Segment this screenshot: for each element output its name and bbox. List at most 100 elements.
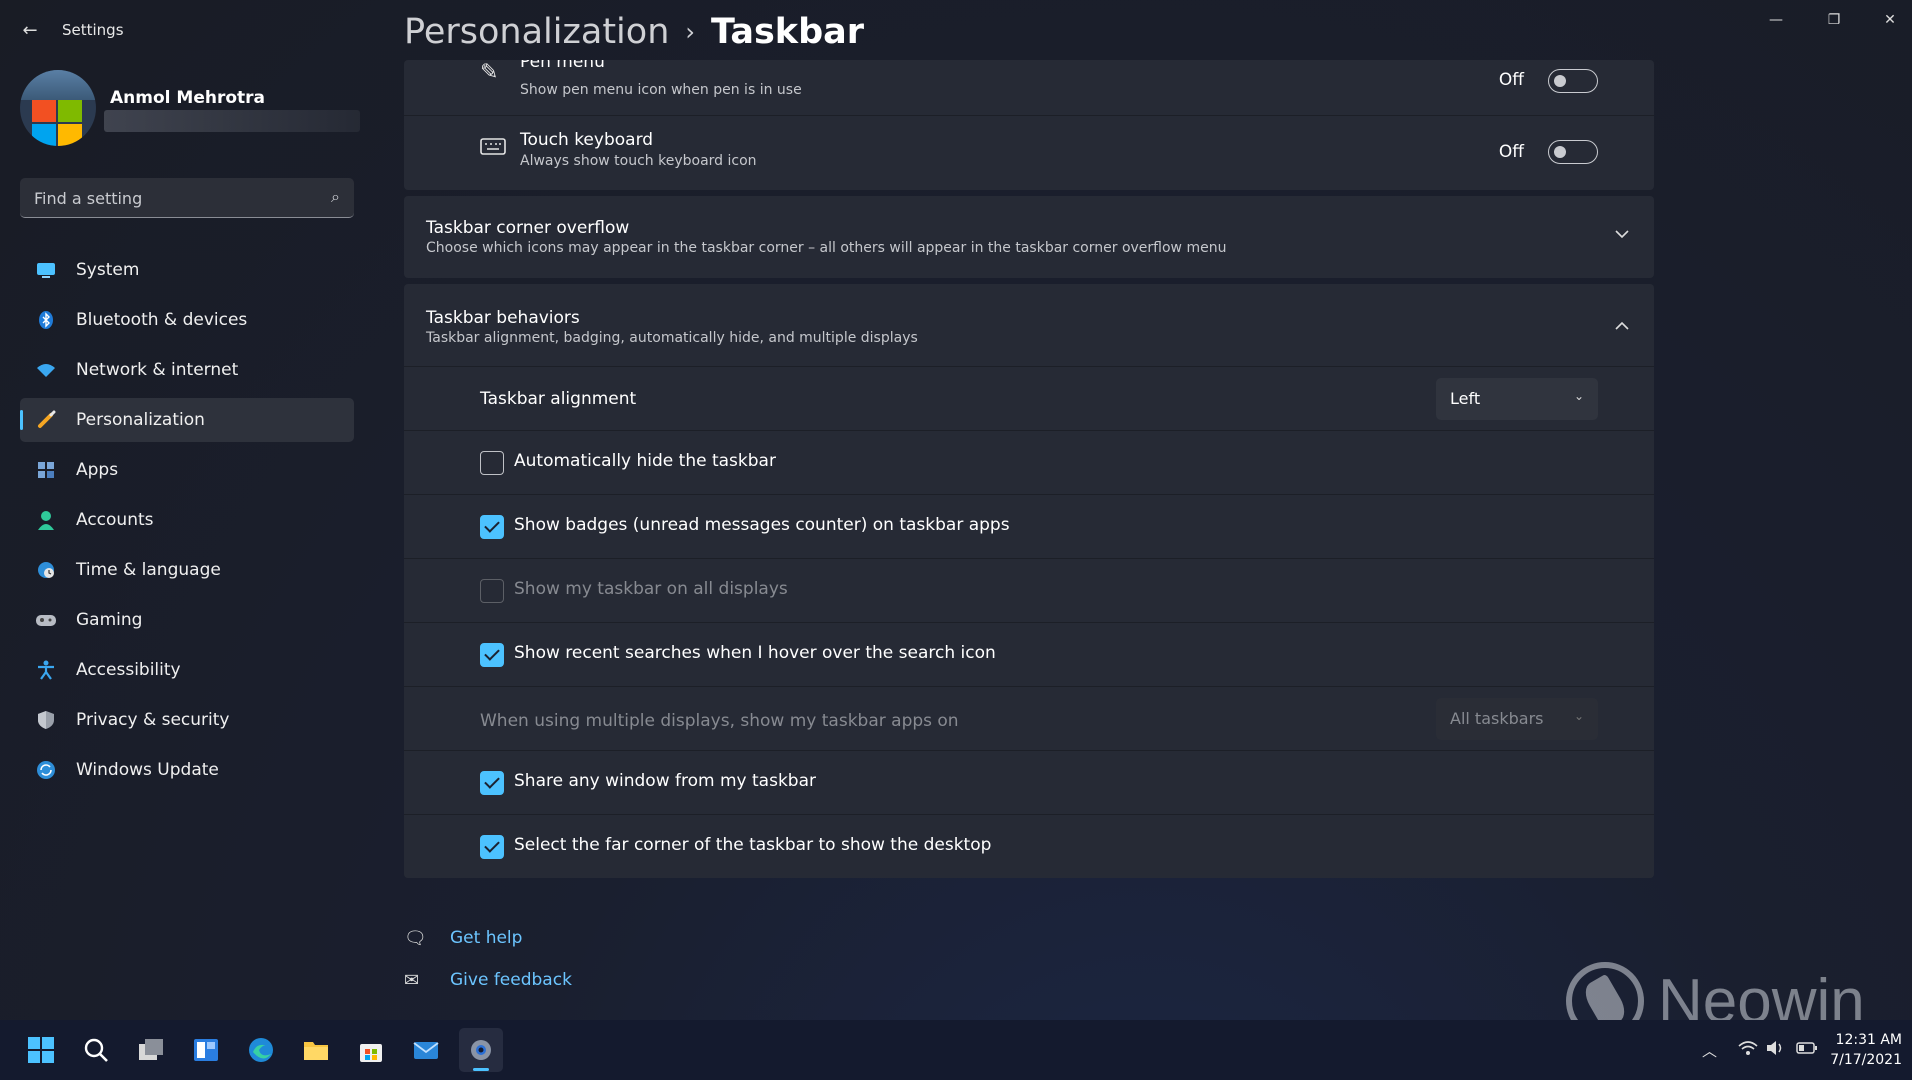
chevron-down-icon[interactable] — [1614, 224, 1630, 243]
back-button[interactable]: ← — [16, 16, 44, 44]
bluetooth-icon — [34, 308, 58, 332]
alignment-dropdown[interactable]: Left ⌄ — [1436, 378, 1598, 420]
globe-clock-icon — [34, 558, 58, 582]
apps-icon — [34, 458, 58, 482]
share-window-checkbox[interactable] — [480, 771, 504, 795]
far-corner-row[interactable]: Select the far corner of the taskbar to … — [404, 814, 1654, 878]
sidebar-item-label: Network & internet — [76, 360, 239, 380]
search-input[interactable]: Find a setting ⌕ — [20, 178, 354, 218]
share-window-row[interactable]: Share any window from my taskbar — [404, 750, 1654, 814]
sidebar-item-accessibility[interactable]: Accessibility — [20, 648, 354, 692]
sidebar-item-bluetooth[interactable]: Bluetooth & devices — [20, 298, 354, 342]
settings-taskbar-button[interactable] — [459, 1028, 503, 1072]
auto-hide-checkbox[interactable] — [480, 451, 504, 475]
search-icon: ⌕ — [331, 187, 340, 206]
chevron-up-icon[interactable] — [1614, 316, 1630, 335]
sidebar-item-label: Apps — [76, 460, 119, 480]
sidebar-item-label: Time & language — [76, 560, 221, 580]
sidebar-item-accounts[interactable]: Accounts — [20, 498, 354, 542]
sidebar-item-system[interactable]: System — [20, 248, 354, 292]
far-corner-checkbox[interactable] — [480, 835, 504, 859]
sidebar-item-label: System — [76, 260, 140, 280]
give-feedback-label[interactable]: Give feedback — [450, 970, 572, 990]
recent-searches-row[interactable]: Show recent searches when I hover over t… — [404, 622, 1654, 686]
breadcrumb-parent[interactable]: Personalization — [404, 12, 669, 52]
edge-button[interactable] — [239, 1028, 283, 1072]
person-icon — [34, 508, 58, 532]
corner-overflow-card[interactable]: Taskbar corner overflow Choose which ico… — [404, 196, 1654, 278]
sidebar-item-label: Privacy & security — [76, 710, 230, 730]
breadcrumb: Personalization › Taskbar — [404, 12, 864, 52]
help-links: 🗨 Get help ✉ Give feedback — [404, 920, 572, 1004]
start-button[interactable] — [19, 1028, 63, 1072]
mail-icon — [413, 1042, 439, 1059]
touch-keyboard-subtitle: Always show touch keyboard icon — [520, 153, 757, 169]
task-view-icon — [139, 1039, 163, 1060]
brush-icon — [34, 408, 58, 432]
store-button[interactable] — [349, 1028, 393, 1072]
avatar — [20, 70, 96, 146]
sidebar-item-gaming[interactable]: Gaming — [20, 598, 354, 642]
folder-icon — [304, 1042, 328, 1060]
back-arrow-icon: ← — [22, 19, 38, 41]
touch-keyboard-toggle[interactable] — [1548, 140, 1598, 164]
show-hidden-icons-chevron-icon[interactable]: ︿ — [1702, 1040, 1717, 1061]
all-displays-label: Show my taskbar on all displays — [514, 579, 788, 599]
wifi-icon[interactable] — [1738, 1040, 1758, 1060]
give-feedback-link[interactable]: ✉ Give feedback — [404, 962, 572, 998]
behaviors-subtitle: Taskbar alignment, badging, automaticall… — [426, 330, 918, 346]
sidebar-item-network[interactable]: Network & internet — [20, 348, 354, 392]
multi-display-dropdown: All taskbars ⌄ — [1436, 698, 1598, 740]
mail-button[interactable] — [404, 1028, 448, 1072]
clock[interactable]: 12:31 AM 7/17/2021 — [1830, 1030, 1902, 1070]
behaviors-title: Taskbar behaviors — [426, 308, 580, 328]
title-bar: ← Settings — ❐ ✕ — [0, 0, 1912, 60]
sidebar-nav: System Bluetooth & devices Network & int… — [20, 248, 354, 798]
alignment-value: Left — [1450, 389, 1481, 408]
close-button[interactable]: ✕ — [1870, 8, 1910, 32]
chevron-down-icon: ⌄ — [1573, 709, 1584, 723]
pen-menu-state: Off — [1498, 70, 1524, 90]
sidebar-item-apps[interactable]: Apps — [20, 448, 354, 492]
all-displays-checkbox — [480, 579, 504, 603]
volume-icon[interactable] — [1766, 1040, 1786, 1060]
battery-icon[interactable] — [1796, 1040, 1818, 1060]
alignment-row: Taskbar alignment Left ⌄ — [404, 366, 1654, 430]
recent-searches-label: Show recent searches when I hover over t… — [514, 643, 996, 663]
widgets-button[interactable] — [184, 1028, 228, 1072]
get-help-link[interactable]: 🗨 Get help — [404, 920, 572, 956]
badges-label: Show badges (unread messages counter) on… — [514, 515, 1010, 535]
user-profile[interactable]: Anmol Mehrotra — [20, 70, 360, 150]
behaviors-header[interactable]: Taskbar behaviors Taskbar alignment, bad… — [404, 284, 1654, 366]
corner-overflow-subtitle: Choose which icons may appear in the tas… — [426, 240, 1227, 256]
multi-display-label: When using multiple displays, show my ta… — [480, 711, 959, 731]
sidebar-item-label: Accounts — [76, 510, 154, 530]
all-displays-row: Show my taskbar on all displays — [404, 558, 1654, 622]
pen-menu-toggle[interactable] — [1548, 69, 1598, 93]
auto-hide-row[interactable]: Automatically hide the taskbar — [404, 430, 1654, 494]
sidebar-item-personalization[interactable]: Personalization — [20, 398, 354, 442]
sidebar-item-time-language[interactable]: Time & language — [20, 548, 354, 592]
sidebar-item-windows-update[interactable]: Windows Update — [20, 748, 354, 792]
badges-row[interactable]: Show badges (unread messages counter) on… — [404, 494, 1654, 558]
windows-logo-icon — [28, 1037, 54, 1063]
gamepad-icon — [34, 608, 58, 632]
get-help-label[interactable]: Get help — [450, 928, 522, 948]
alignment-label: Taskbar alignment — [480, 389, 637, 409]
task-view-button[interactable] — [129, 1028, 173, 1072]
minimize-button[interactable]: — — [1756, 8, 1796, 32]
restore-button[interactable]: ❐ — [1814, 8, 1854, 32]
search-placeholder: Find a setting — [34, 189, 143, 208]
recent-searches-checkbox[interactable] — [480, 643, 504, 667]
clock-time: 12:31 AM — [1835, 1032, 1902, 1048]
search-taskbar-button[interactable] — [74, 1028, 118, 1072]
breadcrumb-separator: › — [685, 18, 695, 46]
shield-icon — [34, 708, 58, 732]
sidebar-item-label: Accessibility — [76, 660, 181, 680]
widgets-icon — [194, 1039, 218, 1061]
multi-display-row: When using multiple displays, show my ta… — [404, 686, 1654, 750]
file-explorer-button[interactable] — [294, 1028, 338, 1072]
badges-checkbox[interactable] — [480, 515, 504, 539]
search-icon — [84, 1038, 108, 1062]
sidebar-item-privacy[interactable]: Privacy & security — [20, 698, 354, 742]
